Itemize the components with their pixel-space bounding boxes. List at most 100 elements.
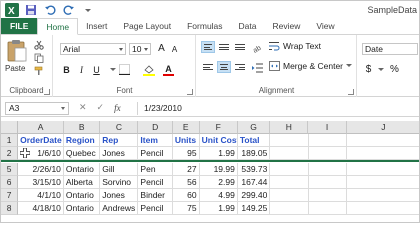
column-header-j[interactable]: J <box>346 121 419 134</box>
column-header-g[interactable]: G <box>237 121 271 134</box>
cell[interactable]: Andrews <box>100 202 139 215</box>
cell[interactable]: Pencil <box>138 202 173 215</box>
percent-button[interactable]: % <box>388 63 401 76</box>
row-header[interactable]: 5 <box>1 163 19 176</box>
cell[interactable]: 149.25 <box>237 202 271 215</box>
column-header-h[interactable]: H <box>270 121 309 134</box>
clipboard-launcher-icon[interactable] <box>44 89 50 95</box>
cell[interactable] <box>308 134 347 147</box>
grow-font-button[interactable]: A <box>155 42 168 55</box>
cell[interactable] <box>346 134 419 147</box>
cell[interactable]: 1.99 <box>199 202 238 215</box>
cell[interactable]: Total <box>237 134 271 147</box>
orientation-icon[interactable]: ab <box>251 41 264 54</box>
font-launcher-icon[interactable] <box>187 89 193 95</box>
indent-icon[interactable] <box>251 61 264 74</box>
cell[interactable]: Unit Cost <box>199 134 238 147</box>
cell[interactable]: 299.40 <box>237 189 271 202</box>
row-header[interactable]: 6 <box>1 176 19 189</box>
tab-file[interactable]: FILE <box>1 18 38 34</box>
align-center-icon[interactable] <box>217 61 231 73</box>
bold-button[interactable]: B <box>60 63 73 76</box>
borders-icon[interactable] <box>118 63 131 76</box>
column-header-e[interactable]: E <box>172 121 200 134</box>
cell[interactable]: 167.44 <box>237 176 271 189</box>
row-header[interactable]: 1 <box>1 134 19 147</box>
cell[interactable]: Ontario <box>63 202 101 215</box>
cell[interactable]: 27 <box>172 163 200 176</box>
chevron-down-icon[interactable] <box>346 63 352 69</box>
cell[interactable]: Pencil <box>138 176 173 189</box>
cell[interactable]: 95 <box>172 147 200 160</box>
cell[interactable]: 60 <box>172 189 200 202</box>
save-icon[interactable] <box>24 3 38 17</box>
insert-function-icon[interactable]: fx <box>114 103 121 113</box>
font-size-dropdown[interactable]: 10 <box>129 43 151 55</box>
cell[interactable]: Jones <box>100 189 139 202</box>
format-painter-icon[interactable] <box>33 65 45 76</box>
cell[interactable] <box>270 202 309 215</box>
wrap-text-button[interactable]: Wrap Text <box>269 41 321 51</box>
align-bottom-icon[interactable] <box>233 41 247 53</box>
enter-icon[interactable]: ✓ <box>97 102 105 113</box>
column-header-d[interactable]: D <box>138 121 173 134</box>
cell[interactable]: 539.73 <box>237 163 271 176</box>
cell[interactable]: 2/26/10 <box>18 163 64 176</box>
cell[interactable]: Ontario <box>63 189 101 202</box>
cell[interactable] <box>270 176 309 189</box>
cell[interactable]: Sorvino <box>100 176 139 189</box>
select-all-corner[interactable] <box>1 121 19 134</box>
fill-color-icon[interactable] <box>142 63 155 76</box>
cell[interactable]: Item <box>138 134 173 147</box>
cell[interactable]: 4.99 <box>199 189 238 202</box>
cell[interactable]: Rep <box>100 134 139 147</box>
cell[interactable]: Binder <box>138 189 173 202</box>
cell[interactable] <box>346 163 419 176</box>
cell[interactable]: OrderDate <box>18 134 64 147</box>
cell[interactable] <box>270 134 309 147</box>
cell[interactable]: 4/18/10 <box>18 202 64 215</box>
column-header-i[interactable]: I <box>308 121 347 134</box>
cell[interactable] <box>346 189 419 202</box>
cell[interactable] <box>308 176 347 189</box>
align-top-icon[interactable] <box>201 41 215 53</box>
cell[interactable] <box>308 189 347 202</box>
redo-icon[interactable] <box>62 3 76 17</box>
cell[interactable]: Jones <box>100 147 139 160</box>
merge-center-button[interactable]: Merge & Center <box>269 61 352 71</box>
column-header-c[interactable]: C <box>100 121 139 134</box>
cell[interactable]: 75 <box>172 202 200 215</box>
tab-view[interactable]: View <box>308 18 342 34</box>
underline-button[interactable]: U <box>90 63 103 76</box>
customize-qat-icon[interactable] <box>81 3 95 17</box>
paste-icon[interactable] <box>6 39 28 63</box>
cell[interactable]: Ontario <box>63 163 101 176</box>
column-header-a[interactable]: A <box>18 121 65 134</box>
tab-page-layout[interactable]: Page Layout <box>115 18 179 34</box>
cell[interactable]: 3/15/10 <box>18 176 64 189</box>
cell[interactable]: 4/1/10 <box>18 189 64 202</box>
cell[interactable]: Gill <box>100 163 139 176</box>
tab-formulas[interactable]: Formulas <box>179 18 230 34</box>
row-header[interactable]: 2 <box>1 147 19 160</box>
cancel-icon[interactable]: ✕ <box>79 102 87 113</box>
cell[interactable] <box>308 147 347 160</box>
paste-label[interactable]: Paste <box>5 64 25 73</box>
column-header-b[interactable]: B <box>64 121 101 134</box>
name-box[interactable]: A3 <box>5 102 69 115</box>
currency-options-icon[interactable] <box>374 63 387 76</box>
tab-review[interactable]: Review <box>265 18 309 34</box>
cell[interactable]: Quebec <box>63 147 101 160</box>
cell[interactable]: Region <box>63 134 101 147</box>
tab-home[interactable]: Home <box>37 18 79 35</box>
number-format-dropdown[interactable]: Date <box>362 43 418 55</box>
cell[interactable]: 189.05 <box>237 147 271 160</box>
cell[interactable]: Pencil <box>138 147 173 160</box>
cell[interactable]: 1.99 <box>199 147 238 160</box>
cell[interactable]: Alberta <box>63 176 101 189</box>
cell[interactable]: 56 <box>172 176 200 189</box>
row-header[interactable]: 7 <box>1 189 19 202</box>
align-right-icon[interactable] <box>233 61 247 73</box>
cell[interactable] <box>308 163 347 176</box>
cell[interactable] <box>270 147 309 160</box>
